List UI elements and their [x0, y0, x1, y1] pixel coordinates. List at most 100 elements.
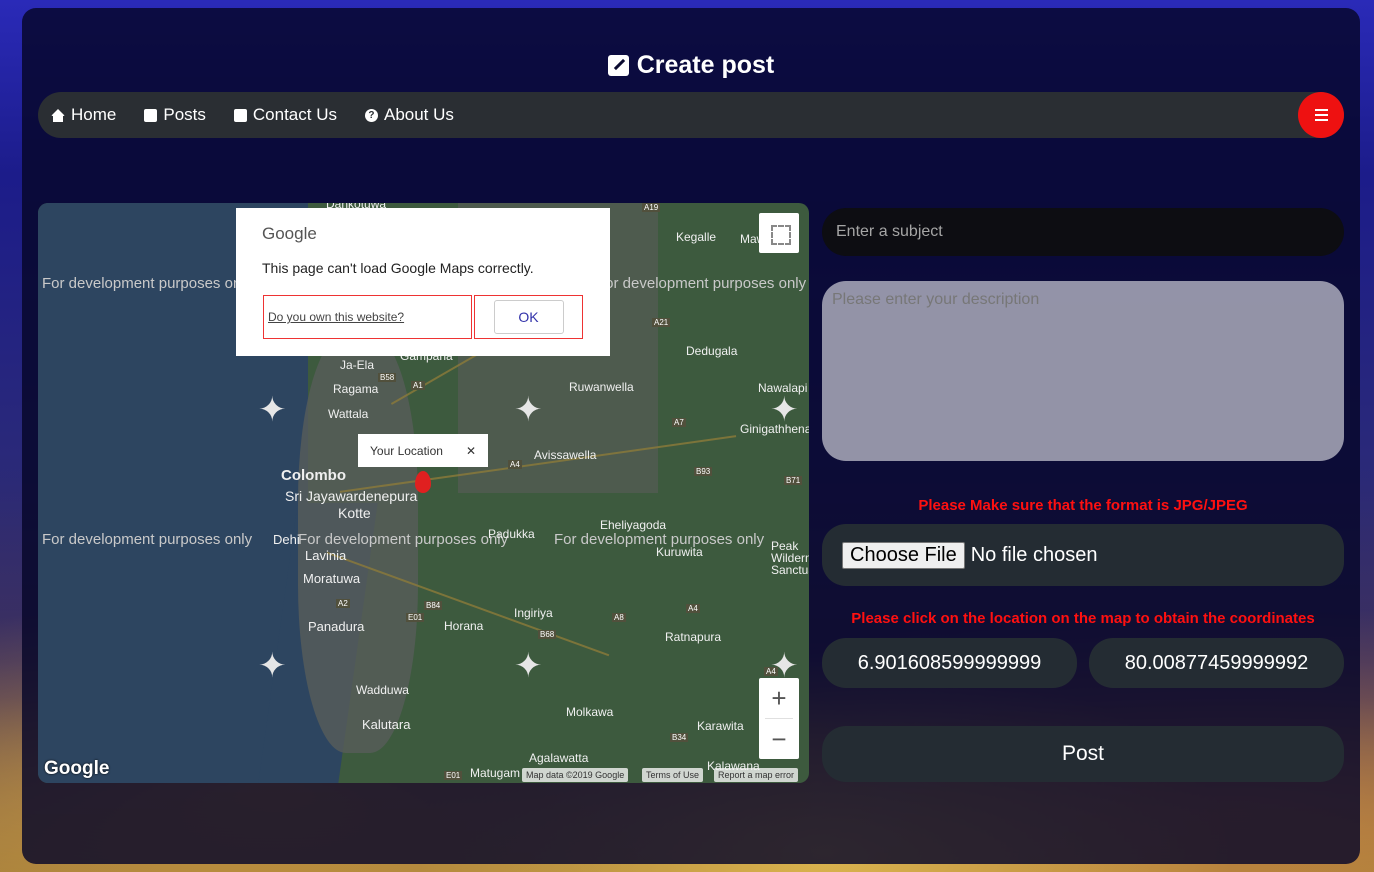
map-place-label: Kuruwita	[656, 545, 703, 559]
road-shield: B93	[694, 467, 713, 476]
menu-button[interactable]	[1298, 92, 1344, 138]
dev-watermark: For development purposes only	[42, 275, 253, 292]
description-textarea[interactable]: Please enter your description	[822, 281, 1344, 461]
close-icon[interactable]: ✕	[466, 444, 476, 458]
map-place-label: Ratnapura	[665, 630, 722, 644]
map-place-label: Kotte	[338, 505, 371, 521]
road-shield: B34	[670, 733, 689, 742]
road-shield: A7	[672, 418, 686, 427]
road-shield: B84	[424, 601, 443, 610]
format-warning: Please Make sure that the format is JPG/…	[918, 497, 1248, 514]
road-shield: A21	[652, 318, 671, 327]
nav-item-label: About Us	[383, 105, 454, 124]
map-place-label: Colombo	[281, 467, 346, 484]
page-title: Create post	[22, 51, 1360, 80]
map-place-label: Ruwanwella	[569, 380, 634, 394]
map-place-label: Sri Jayawardenepura	[285, 488, 418, 504]
ok-button[interactable]: OK	[493, 300, 564, 334]
map-place-label: Eheliyagoda	[600, 518, 667, 532]
terms-of-use-link[interactable]: Terms of Use	[642, 768, 704, 782]
map-place-label: Ragama	[333, 382, 379, 396]
hamburger-menu-icon	[1314, 109, 1328, 111]
road-shield: E01	[444, 771, 463, 780]
road-shield: A1	[411, 381, 425, 390]
sparkle-icon: ✦	[258, 647, 287, 685]
google-logo: Google	[44, 758, 110, 779]
road-shield: A4	[686, 604, 700, 613]
own-website-link[interactable]: Do you own this website?	[268, 310, 404, 324]
sparkle-icon: ✦	[514, 647, 543, 685]
main-panel: Create post Home Posts Contact Us ? Abou…	[22, 8, 1360, 864]
latitude-field[interactable]: 6.901608599999999	[822, 638, 1077, 688]
sparkle-icon: ✦	[514, 391, 543, 429]
dev-watermark: For development purposes only	[596, 275, 807, 292]
question-icon: ?	[364, 108, 378, 122]
nav-item-label: Contact Us	[252, 105, 337, 124]
map-place-label: Moratuwa	[303, 571, 361, 586]
page-title-text: Create post	[636, 51, 775, 79]
error-message: This page can't load Google Maps correct…	[262, 260, 534, 276]
map-place-label: Karawita	[697, 719, 744, 733]
road-shield: A8	[612, 613, 626, 622]
phone-icon	[233, 108, 247, 122]
dev-watermark: For development purposes only	[298, 531, 509, 548]
map-warning: Please click on the location on the map …	[851, 610, 1315, 627]
choose-file-button[interactable]: Choose File	[842, 541, 965, 569]
map-place-label: Nawalapi	[758, 381, 808, 395]
location-popup: Your Location ✕	[358, 434, 488, 467]
road-shield: B58	[378, 373, 397, 382]
map-place-label: Wadduwa	[356, 683, 409, 697]
map-place-label: Panadura	[308, 619, 365, 634]
map-place-label: Dehi	[273, 532, 300, 547]
map-place-label: Dedugala	[686, 344, 738, 358]
fullscreen-button[interactable]	[759, 213, 799, 253]
map-place-label: Padukka	[488, 527, 535, 541]
edit-icon	[607, 55, 629, 76]
nav-item-posts[interactable]: Posts	[144, 105, 206, 125]
location-popup-text: Your Location	[370, 443, 443, 458]
map-place-label: Lavinia	[305, 548, 347, 563]
maps-error-dialog: Google This page can't load Google Maps …	[236, 208, 610, 356]
dev-watermark: For development purposes only	[42, 531, 253, 548]
home-icon	[51, 108, 65, 122]
own-website-box: Do you own this website?	[263, 295, 472, 339]
nav-item-contact[interactable]: Contact Us	[233, 105, 337, 125]
road-shield: A19	[642, 203, 661, 212]
road-shield: A4	[764, 667, 778, 676]
map-place-label: Matugam	[470, 766, 521, 780]
road-shield: B71	[784, 476, 803, 485]
map-place-label: Molkawa	[566, 705, 614, 719]
map-place-label: Kalutara	[362, 717, 411, 732]
map-place-label: Sanctuary	[771, 563, 809, 577]
ok-box: OK	[474, 295, 583, 339]
nav-item-about[interactable]: ? About Us	[364, 105, 454, 125]
road-shield: A2	[336, 599, 350, 608]
location-marker-icon[interactable]	[415, 471, 431, 493]
map-place-label: Agalawatta	[529, 751, 589, 765]
road-shield: B68	[538, 630, 557, 639]
nav-item-label: Home	[71, 105, 117, 124]
post-button[interactable]: Post	[822, 726, 1344, 782]
map-place-label: Ja-Ela	[340, 358, 375, 372]
google-brand: Google	[262, 224, 317, 243]
map-place-label: Ginigathhena	[740, 422, 809, 436]
sparkle-icon: ✦	[258, 391, 287, 429]
nav-item-home[interactable]: Home	[51, 105, 116, 125]
edit-icon	[144, 108, 158, 122]
nav-item-label: Posts	[163, 105, 206, 124]
subject-input[interactable]: Enter a subject	[822, 208, 1344, 256]
report-map-error-link[interactable]: Report a map error	[714, 768, 799, 782]
map-place-label: Horana	[444, 619, 484, 633]
road-shield: E01	[406, 613, 425, 622]
road-shield: A4	[508, 460, 522, 469]
map-data-attribution: Map data ©2019 Google	[522, 768, 629, 782]
zoom-out-button[interactable]: −	[759, 719, 799, 759]
zoom-in-button[interactable]: +	[759, 678, 799, 718]
navbar: Home Posts Contact Us ? About Us	[38, 92, 1344, 138]
map-place-label: Kegalle	[676, 230, 717, 244]
zoom-control: + −	[759, 678, 799, 759]
file-input[interactable]: Choose File No file chosen	[822, 524, 1344, 586]
map-place-label: Wattala	[328, 407, 369, 421]
longitude-field[interactable]: 80.00877459999992	[1089, 638, 1344, 688]
map-place-label: Avissawella	[534, 448, 597, 462]
